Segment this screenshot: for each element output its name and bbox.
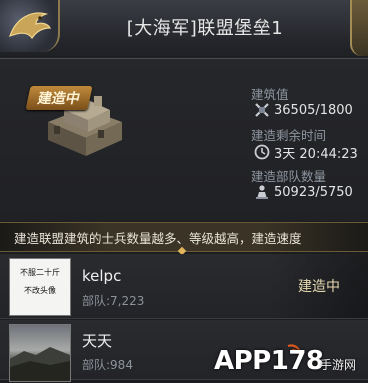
time-remaining-text: 3天 20:44:23 bbox=[274, 146, 358, 162]
avatar bbox=[9, 324, 71, 382]
troop-count-label: 建造部队数量 bbox=[251, 169, 327, 184]
construction-status-tag: 建造中 bbox=[25, 86, 93, 110]
time-remaining-label: 建造剩余时间 bbox=[251, 128, 327, 143]
soldier-icon bbox=[256, 185, 268, 199]
watermark-text: APP178 bbox=[214, 346, 324, 376]
member-status: 建造中 bbox=[298, 279, 340, 295]
building-value-label: 建筑值 bbox=[251, 87, 289, 102]
avatar-text-line: 不服二十斤 bbox=[20, 268, 60, 277]
member-troops: 部队:984 bbox=[82, 358, 133, 372]
building-value-text: 36505/1800 bbox=[274, 102, 353, 118]
member-name: kelpc bbox=[82, 267, 122, 285]
troop-count-text: 50923/5750 bbox=[274, 184, 353, 200]
member-name: 天天 bbox=[82, 332, 113, 350]
hammer-cross-icon bbox=[255, 103, 269, 117]
page-title: [大海军]联盟堡垒1 bbox=[126, 18, 284, 39]
header-bar: [大海军]联盟堡垒1 bbox=[0, 0, 368, 59]
time-remaining: 3天 20:44:23 bbox=[254, 144, 358, 162]
avatar-text-line: 不改头像 bbox=[24, 286, 56, 295]
troop-count: 50923/5750 bbox=[254, 184, 353, 200]
site-watermark: APP178 手游网 bbox=[214, 340, 368, 379]
watermark-subtext: 手游网 bbox=[320, 358, 357, 372]
clock-icon bbox=[254, 144, 270, 160]
member-row[interactable]: 不服二十斤 不改头像 kelpc 部队:7,223 建造中 bbox=[0, 254, 368, 319]
building-value: 36505/1800 bbox=[254, 102, 353, 118]
member-troops: 部队:7,223 bbox=[82, 294, 145, 308]
avatar-landscape-image bbox=[10, 347, 70, 381]
dragon-emblem-icon bbox=[9, 12, 51, 40]
back-button[interactable] bbox=[0, 0, 60, 52]
avatar: 不服二十斤 不改头像 bbox=[9, 258, 71, 316]
tip-banner: 建造联盟建筑的士兵数量越多、等级越高，建造速度 bbox=[0, 222, 368, 252]
tip-text: 建造联盟建筑的士兵数量越多、等级越高，建造速度 bbox=[14, 231, 302, 246]
header-ornament bbox=[350, 0, 368, 56]
